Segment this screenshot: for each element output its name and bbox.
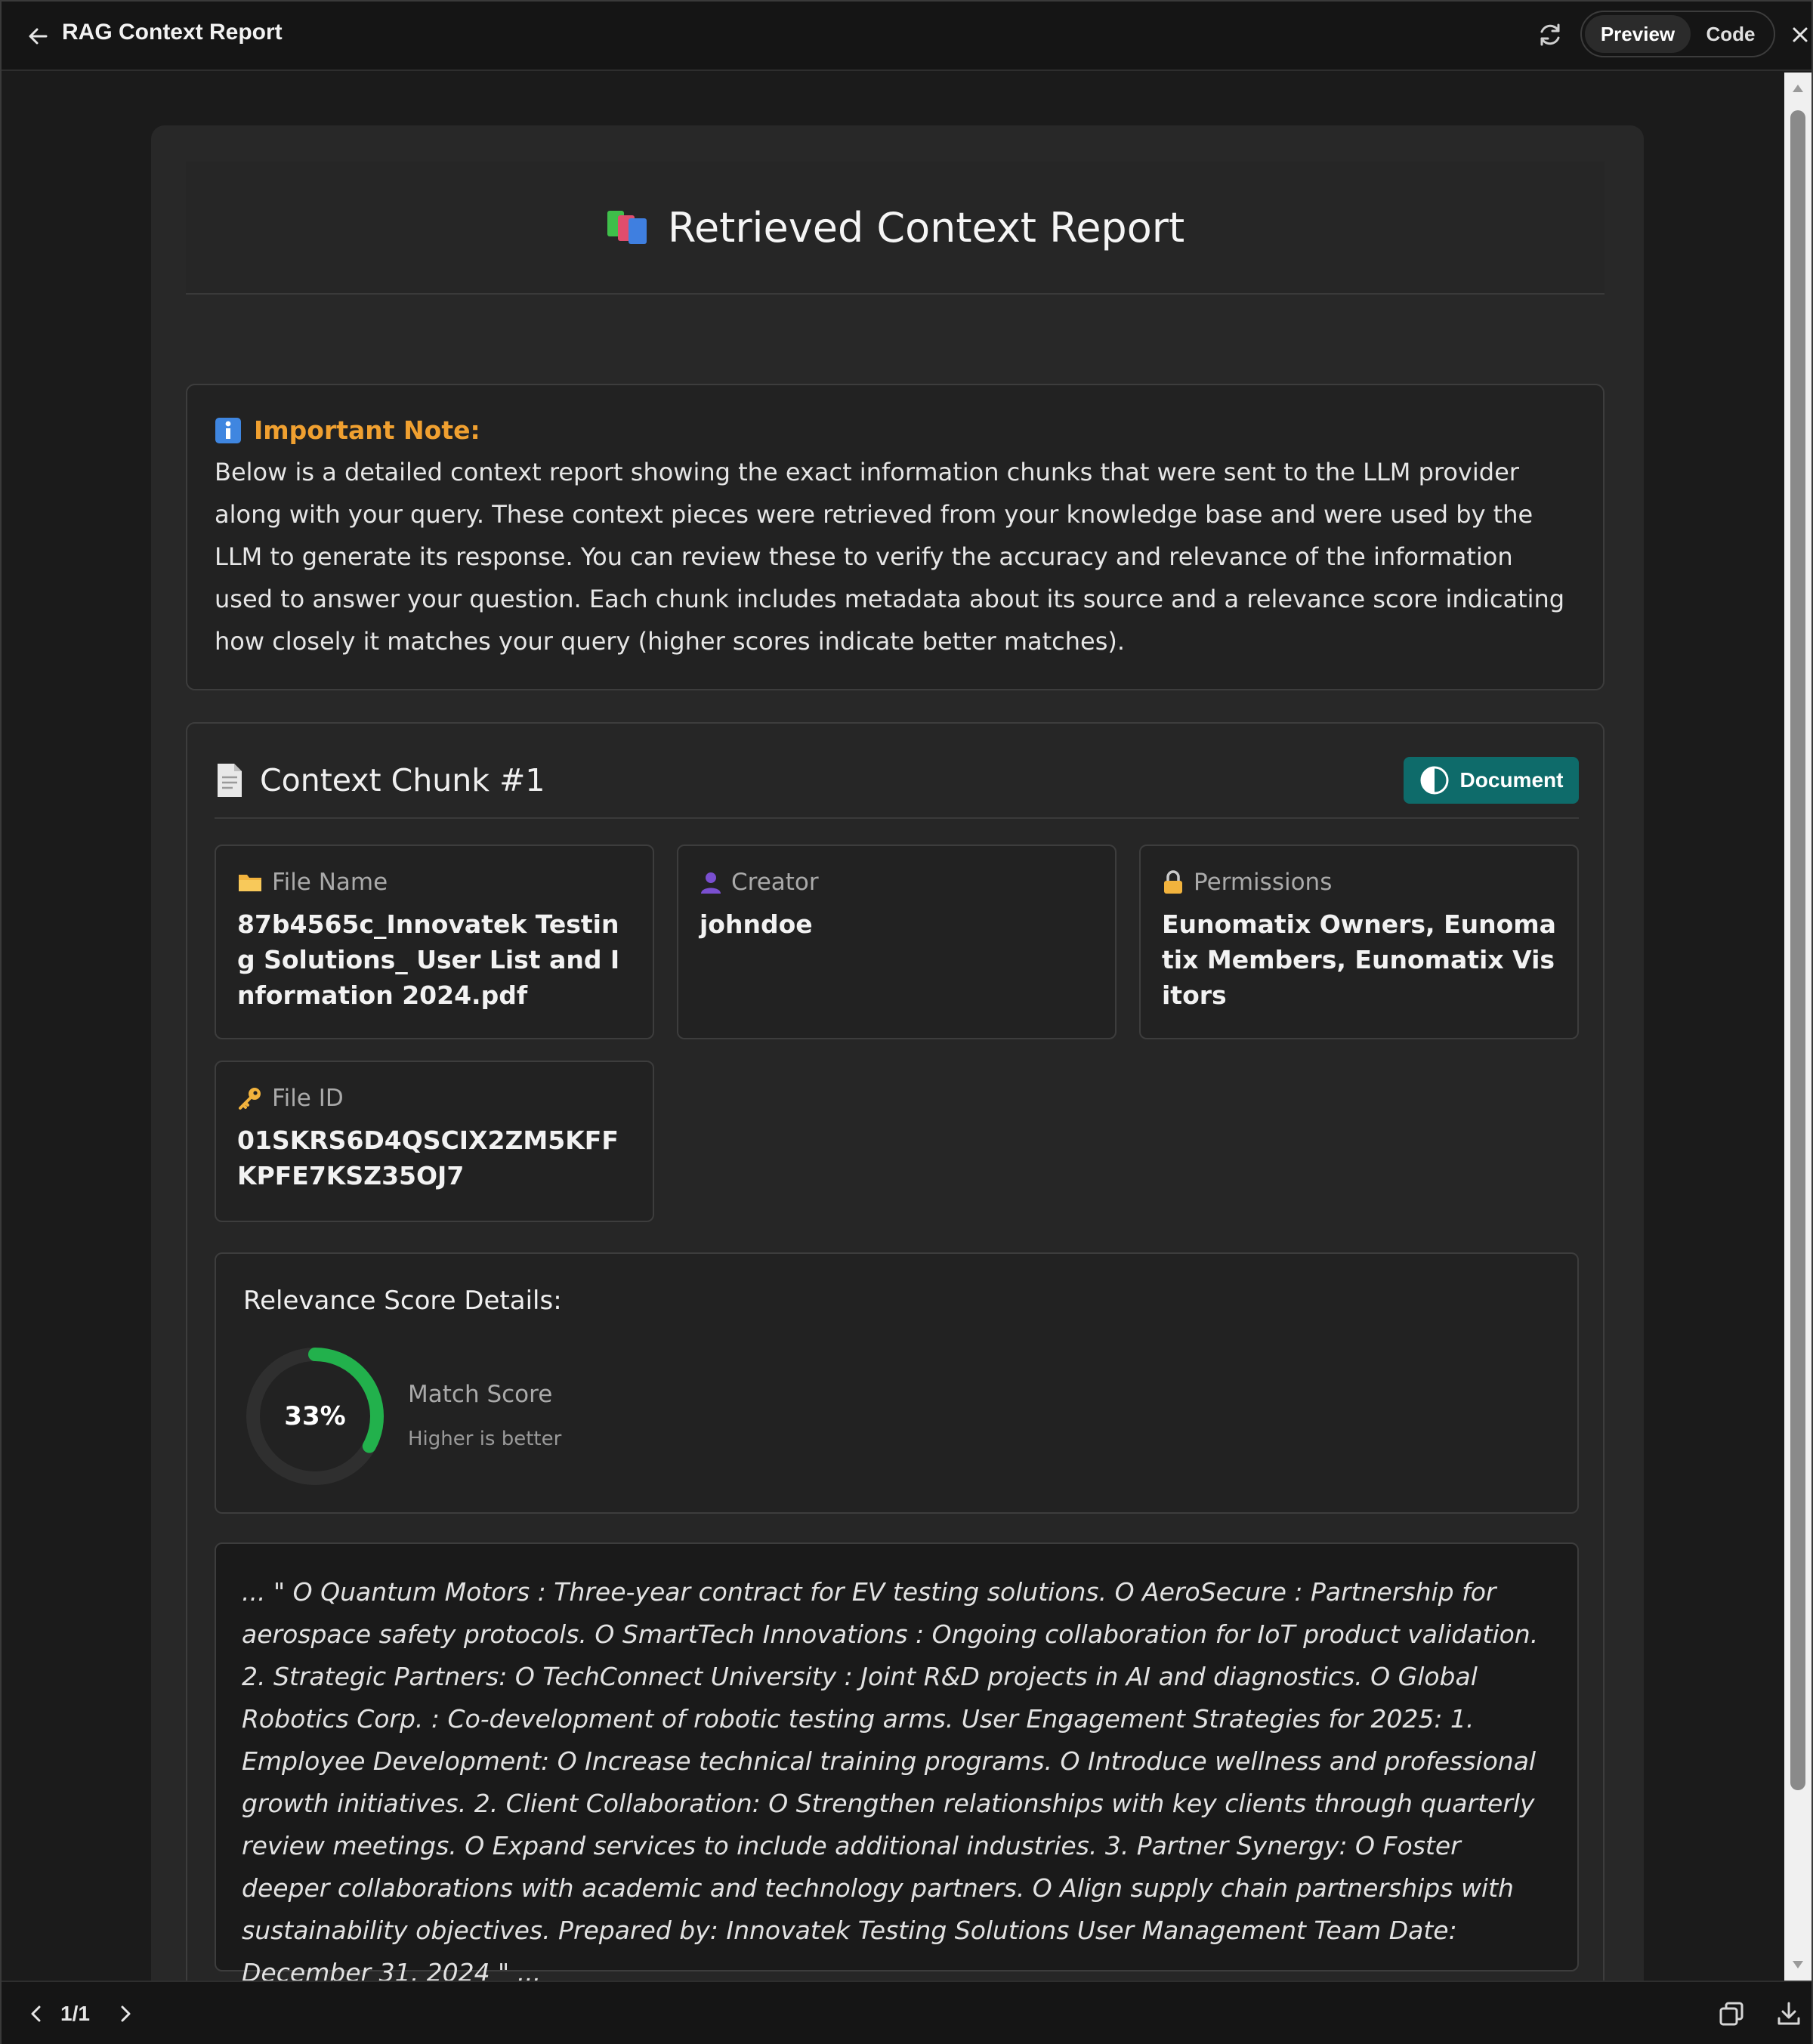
- arrow-left-icon: [29, 28, 48, 45]
- window-title: RAG Context Report: [62, 20, 283, 45]
- top-bar: RAG Context Report Preview Code: [2, 2, 1811, 71]
- copy-icon: [1719, 2002, 1744, 2026]
- score-hint: Higher is better: [408, 1428, 562, 1450]
- note-header: Important Note:: [215, 415, 1576, 445]
- chevron-right-icon: [121, 2005, 131, 2022]
- back-button[interactable]: [23, 21, 53, 51]
- next-page-button[interactable]: [110, 1999, 141, 2029]
- report-container: Retrieved Context Report Important Note:…: [151, 125, 1644, 1981]
- page-indicator: 1/1: [60, 2002, 90, 2025]
- books-icon: [607, 211, 647, 244]
- triangle-up-icon: [1793, 85, 1803, 92]
- chunk-header: Context Chunk #1 Document: [215, 743, 1579, 819]
- creator-label: Creator: [731, 869, 819, 896]
- file-id-value: 01SKRS6D4QSCIX2ZM5KFFKPFE7KSZ35OJ7: [237, 1125, 619, 1190]
- chunk-excerpt: ... " O Quantum Motors : Three-year cont…: [215, 1542, 1579, 1981]
- copy-button[interactable]: [1715, 1997, 1748, 2030]
- creator-card: Creator johndoe: [677, 844, 1117, 1039]
- tab-code[interactable]: Code: [1691, 15, 1771, 53]
- relevance-title: Relevance Score Details:: [243, 1286, 562, 1316]
- chunk-title: Context Chunk #1: [260, 762, 545, 798]
- score-label: Match Score: [408, 1381, 553, 1408]
- document-badge: Document: [1404, 757, 1579, 804]
- scroll-up-button[interactable]: [1784, 77, 1811, 100]
- folder-icon: [239, 875, 261, 891]
- permissions-card: Permissions Eunomatix Owners, Eunomatix …: [1139, 844, 1579, 1039]
- info-icon: [215, 417, 241, 443]
- user-icon: [701, 872, 721, 894]
- preview-viewport: Retrieved Context Report Important Note:…: [6, 73, 1783, 1981]
- file-id-card: File ID 01SKRS6D4QSCIX2ZM5KFFKPFE7KSZ35O…: [215, 1061, 654, 1222]
- refresh-icon: [1540, 23, 1560, 46]
- scroll-down-button[interactable]: [1784, 1953, 1811, 1976]
- key-icon: [239, 1088, 261, 1110]
- file-name-card: File Name 87b4565c_Innovatek Testing Sol…: [215, 844, 654, 1039]
- half-circle-icon: [1420, 766, 1449, 795]
- tab-preview[interactable]: Preview: [1585, 15, 1691, 53]
- file-name-value: 87b4565c_Innovatek Testing Solutions_ Us…: [237, 909, 620, 1010]
- note-text: Below is a detailed context report showi…: [215, 458, 1565, 656]
- chevron-left-icon: [31, 2005, 41, 2022]
- triangle-down-icon: [1793, 1961, 1803, 1968]
- relevance-score-panel: Relevance Score Details: 33% Match Score…: [215, 1252, 1579, 1514]
- report-header: Retrieved Context Report: [186, 162, 1605, 295]
- download-button[interactable]: [1772, 1997, 1805, 2030]
- close-icon: [1793, 27, 1808, 42]
- context-chunk-card: Context Chunk #1 Document File Name 87b4…: [186, 722, 1605, 1981]
- artifact-window: RAG Context Report Preview Code Retrieve…: [0, 0, 1813, 2044]
- excerpt-text: ... " O Quantum Motors : Three-year cont…: [242, 1577, 1539, 1981]
- permissions-label: Permissions: [1194, 869, 1333, 896]
- bottom-bar: 1/1: [2, 1981, 1811, 2044]
- creator-value: johndoe: [700, 909, 813, 939]
- report-title: Retrieved Context Report: [667, 203, 1185, 252]
- document-page-icon: [218, 764, 242, 797]
- important-note-card: Important Note: Below is a detailed cont…: [186, 384, 1605, 690]
- badge-label: Document: [1459, 768, 1564, 792]
- score-percent: 33%: [284, 1401, 346, 1431]
- lock-icon: [1164, 870, 1182, 894]
- file-name-label: File Name: [272, 869, 388, 896]
- note-label: Important Note:: [254, 415, 480, 445]
- file-id-label: File ID: [272, 1085, 344, 1112]
- view-toggle: Preview Code: [1580, 11, 1775, 57]
- vertical-scrollbar[interactable]: [1784, 73, 1811, 1981]
- refresh-button[interactable]: [1533, 18, 1567, 51]
- permissions-value: Eunomatix Owners, Eunomatix Members, Eun…: [1162, 909, 1556, 1010]
- close-button[interactable]: [1787, 20, 1813, 50]
- download-icon: [1777, 2002, 1800, 2025]
- scroll-thumb[interactable]: [1790, 110, 1805, 1790]
- previous-page-button[interactable]: [21, 1999, 51, 2029]
